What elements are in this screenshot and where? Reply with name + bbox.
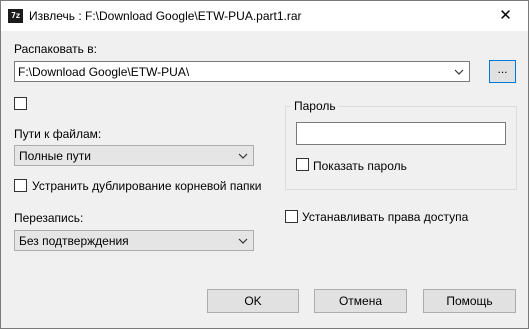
help-button[interactable]: Помощь bbox=[423, 289, 516, 313]
subfolder-checkbox[interactable] bbox=[14, 97, 27, 110]
eliminate-duplication-label[interactable]: Устранить дублирование корневой папки bbox=[32, 179, 261, 193]
path-mode-select[interactable]: Полные пути bbox=[14, 145, 254, 166]
window-title: Извлечь : F:\Download Google\ETW-PUA.par… bbox=[29, 9, 302, 23]
show-password-checkbox[interactable] bbox=[296, 158, 309, 171]
set-permissions-label[interactable]: Устанавливать права доступа bbox=[302, 210, 468, 224]
overwrite-mode-value: Без подтверждения bbox=[19, 234, 129, 248]
close-button[interactable]: ✕ bbox=[483, 1, 528, 31]
overwrite-mode-select[interactable]: Без подтверждения bbox=[14, 230, 254, 251]
show-password-label[interactable]: Показать пароль bbox=[313, 159, 407, 173]
path-mode-label: Пути к файлам: bbox=[14, 127, 102, 141]
title-bar[interactable]: 7z Извлечь : F:\Download Google\ETW-PUA.… bbox=[1, 1, 528, 31]
extract-dialog: 7z Извлечь : F:\Download Google\ETW-PUA.… bbox=[0, 0, 529, 329]
cancel-button[interactable]: Отмена bbox=[314, 289, 407, 313]
chevron-down-icon[interactable] bbox=[453, 66, 465, 78]
password-group-label: Пароль bbox=[291, 99, 339, 113]
password-group bbox=[285, 106, 517, 190]
path-mode-value: Полные пути bbox=[19, 149, 91, 163]
extract-to-label: Распаковать в: bbox=[14, 42, 97, 56]
extract-to-value[interactable]: F:\Download Google\ETW-PUA\ bbox=[18, 65, 189, 79]
7zip-app-icon: 7z bbox=[8, 9, 23, 23]
password-input[interactable] bbox=[296, 122, 506, 145]
chevron-down-icon bbox=[238, 238, 248, 244]
eliminate-duplication-checkbox[interactable] bbox=[14, 179, 27, 192]
overwrite-mode-label: Перезапись: bbox=[14, 211, 84, 225]
extract-to-combobox[interactable]: F:\Download Google\ETW-PUA\ bbox=[14, 61, 470, 82]
browse-button[interactable]: ... bbox=[489, 60, 516, 83]
ok-button[interactable]: OK bbox=[207, 289, 299, 313]
chevron-down-icon bbox=[238, 153, 248, 159]
set-permissions-checkbox[interactable] bbox=[285, 210, 298, 223]
